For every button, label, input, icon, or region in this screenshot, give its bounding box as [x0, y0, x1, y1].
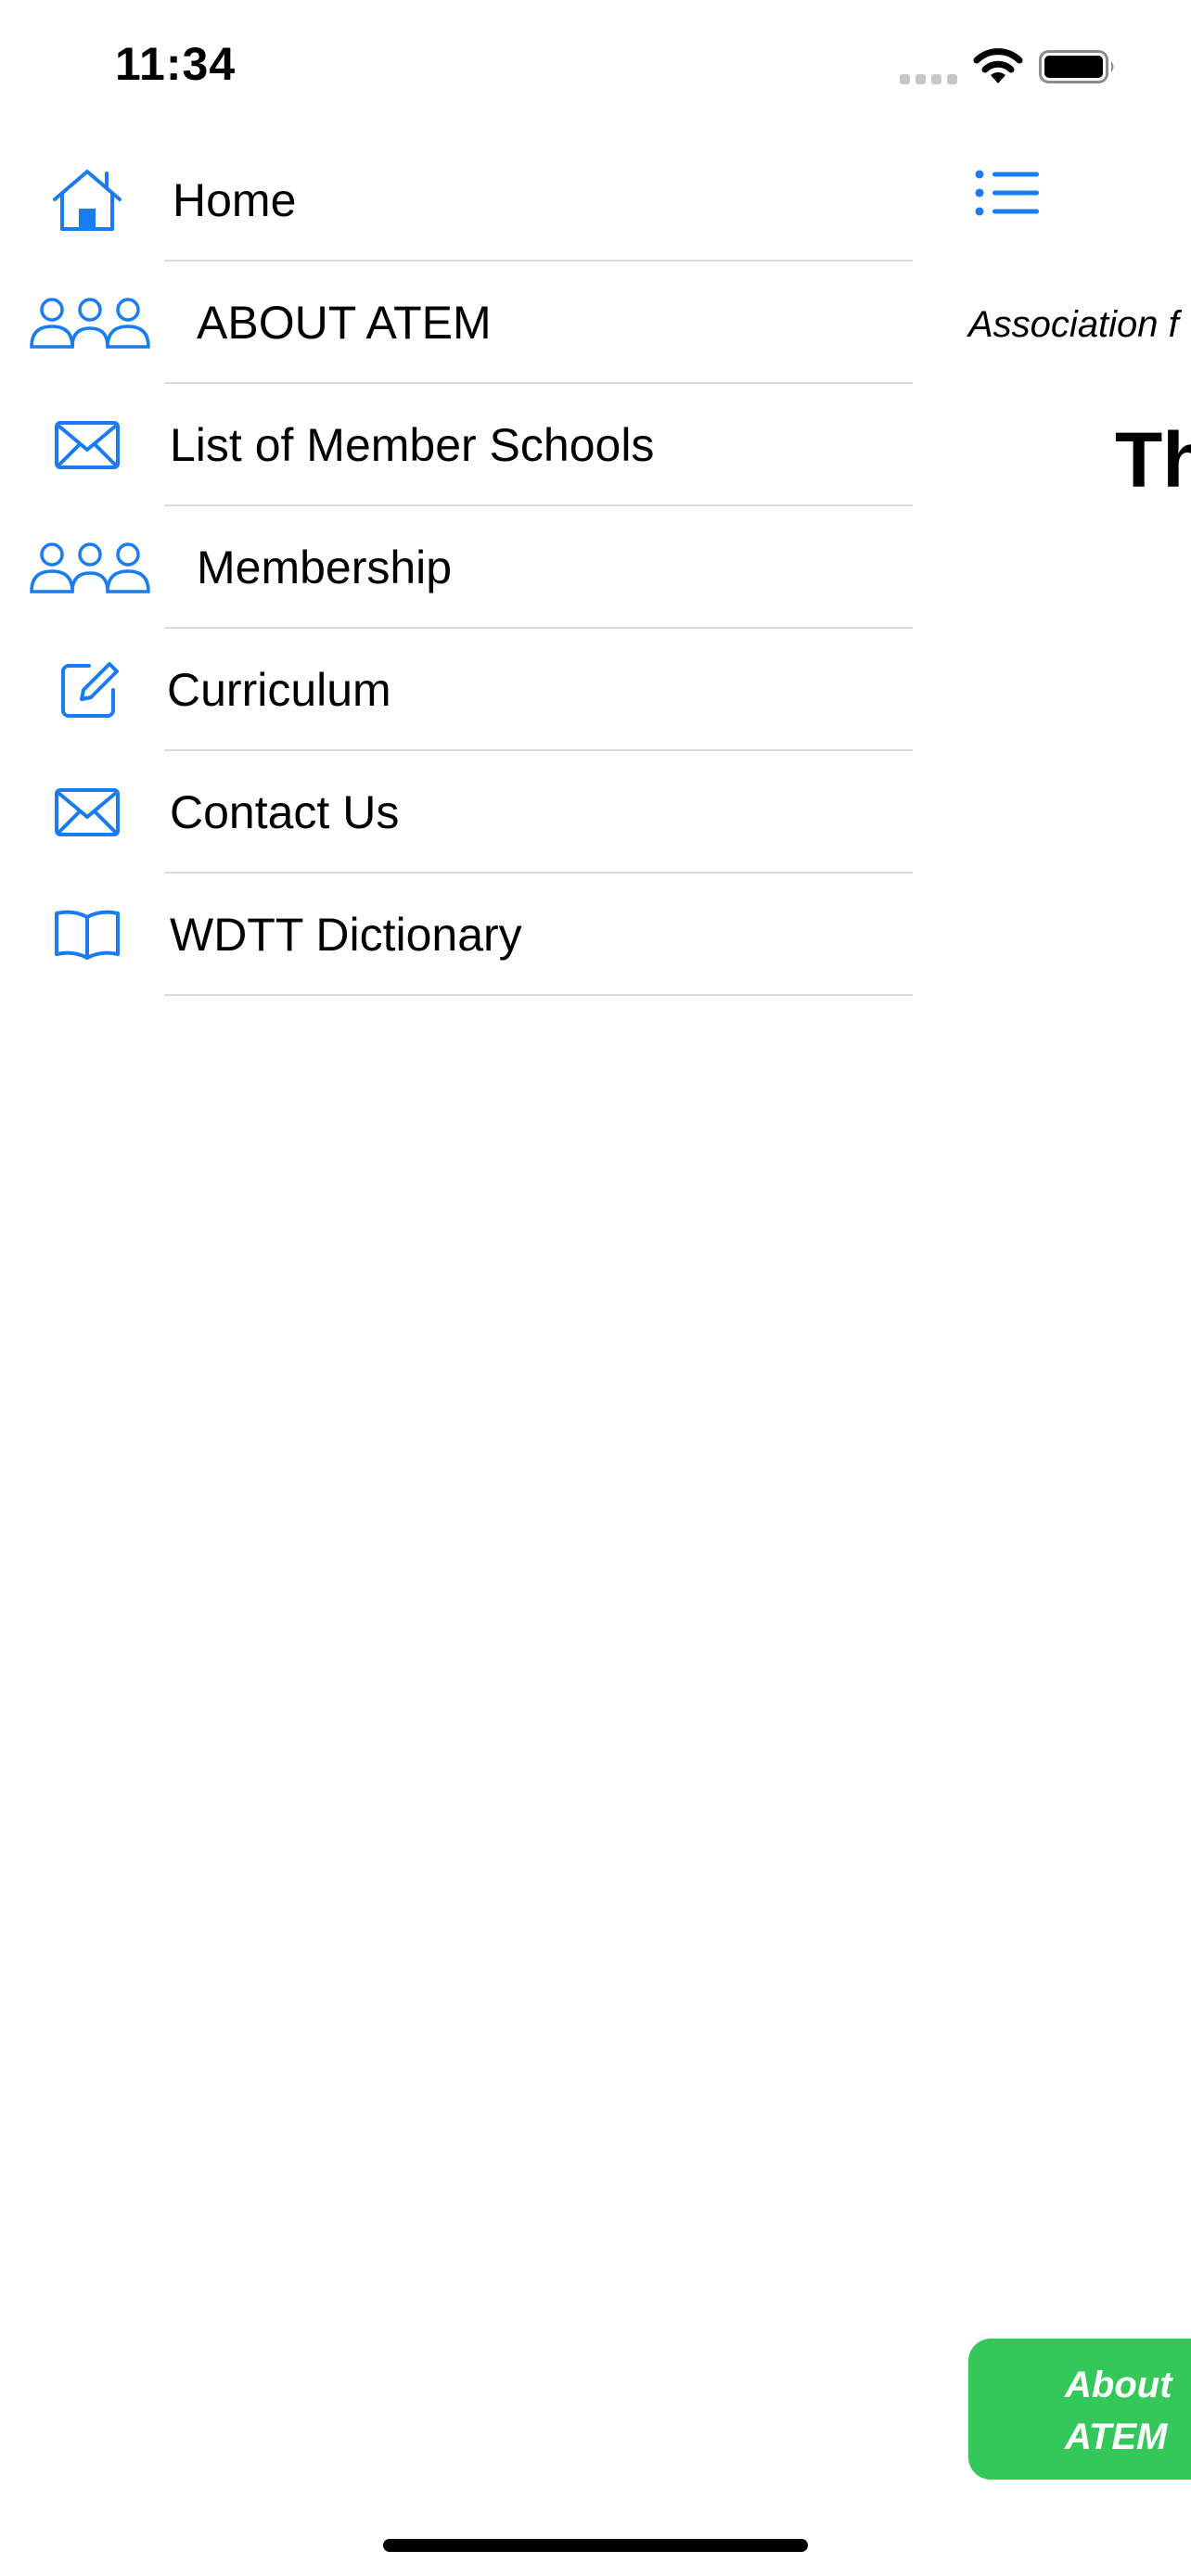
- main-heading: Th: [1115, 416, 1191, 504]
- menu-item-contact-us[interactable]: Contact Us: [0, 751, 913, 874]
- divider: [164, 994, 913, 996]
- wifi-icon: [973, 48, 1023, 83]
- status-time: 11:34: [115, 38, 237, 90]
- envelope-icon: [52, 384, 122, 506]
- menu-item-home[interactable]: Home: [0, 139, 913, 261]
- menu-item-label: Membership: [197, 542, 453, 593]
- people-icon: [28, 261, 152, 384]
- menu-item-label: ABOUT ATEM: [197, 297, 492, 349]
- about-atem-button[interactable]: About ATEM: [968, 2339, 1191, 2480]
- list-icon: [975, 170, 1039, 216]
- menu-item-wdtt-dictionary[interactable]: WDTT Dictionary: [0, 874, 913, 996]
- main-content-panel: Association f Th About ATEM: [913, 139, 1191, 2576]
- menu-item-about-atem[interactable]: ABOUT ATEM: [0, 261, 913, 384]
- home-indicator[interactable]: [383, 2539, 808, 2552]
- house-icon: [48, 139, 126, 261]
- menu-item-label: WDTT Dictionary: [170, 909, 522, 961]
- association-subtitle: Association f: [968, 304, 1179, 345]
- people-icon: [28, 506, 152, 629]
- menu-item-membership[interactable]: Membership: [0, 506, 913, 629]
- menu-item-curriculum[interactable]: Curriculum: [0, 629, 913, 751]
- edit-icon: [56, 629, 122, 751]
- book-icon: [52, 874, 122, 996]
- battery-icon: [1039, 50, 1114, 83]
- about-button-line-2: ATEM: [1065, 2417, 1168, 2457]
- envelope-icon: [52, 751, 122, 874]
- about-button-line-1: About: [1065, 2365, 1172, 2405]
- menu-item-label: Home: [173, 174, 297, 226]
- cellular-signal-icon: [900, 74, 957, 85]
- menu-toggle-button[interactable]: [974, 167, 1041, 219]
- status-bar: 11:34: [0, 0, 1191, 139]
- menu-item-member-schools[interactable]: List of Member Schools: [0, 384, 913, 506]
- menu-item-label: List of Member Schools: [170, 419, 655, 471]
- menu-item-label: Contact Us: [170, 786, 400, 838]
- menu-item-label: Curriculum: [167, 664, 391, 716]
